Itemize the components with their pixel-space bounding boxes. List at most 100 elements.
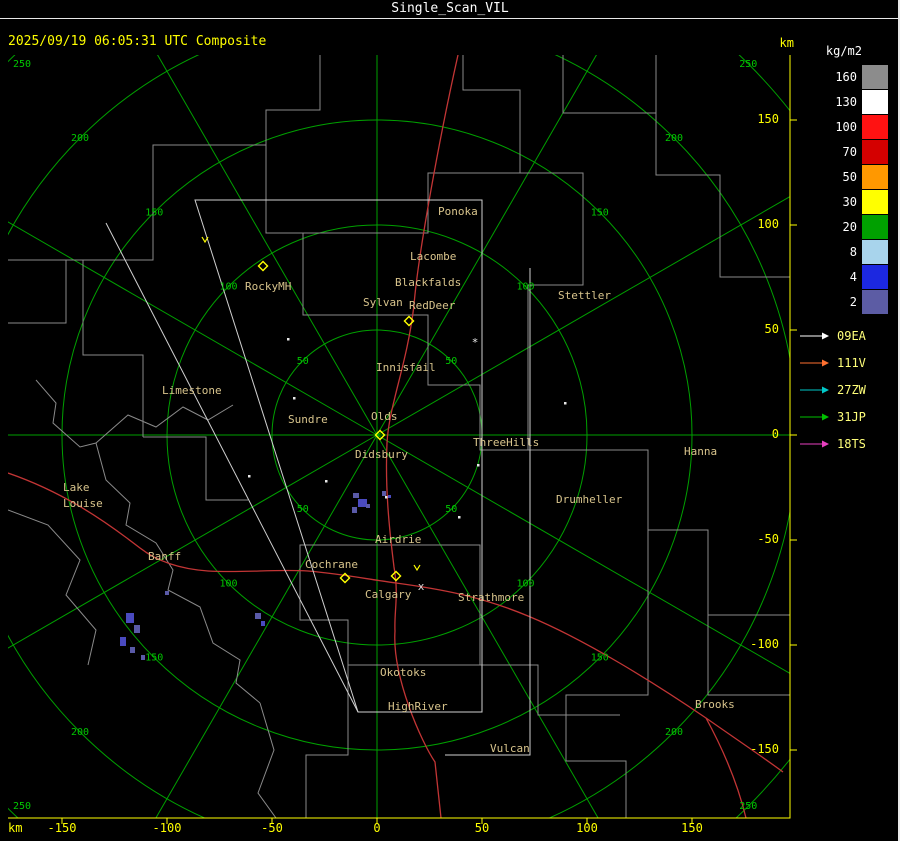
colorbar: 160 130 100 70 50 30 20 8 4 2	[800, 64, 888, 314]
colorbar-value: 160	[835, 69, 857, 84]
range-ring-label: 200	[665, 133, 683, 144]
colorbar-entry: 100	[800, 114, 888, 139]
radar-site-entry: 111V	[800, 349, 888, 376]
caret-marker-icon	[201, 236, 209, 244]
county-boundary	[302, 233, 528, 451]
range-spoke	[376, 434, 790, 675]
city-label: Didsbury	[355, 448, 408, 461]
precip-echo	[358, 499, 367, 507]
precip-echo	[382, 491, 386, 496]
site-id-label: 18TS	[837, 436, 866, 451]
range-ring-label: 250	[739, 801, 757, 812]
colorbar-value: 130	[835, 94, 857, 109]
radar-map-svg: 50 50 50 50 100 100 100 100 150 150 150 150 200 200 20…	[8, 55, 797, 824]
station-dot-icon	[325, 480, 328, 483]
site-arrow-icon	[800, 332, 829, 339]
colorbar-swatch	[862, 264, 888, 289]
x-marker-icon: x	[418, 580, 425, 593]
range-ring-label: 150	[145, 207, 163, 218]
range-ring-label: 100	[219, 578, 237, 589]
precip-echo	[134, 625, 140, 633]
site-arrow-icon	[800, 440, 829, 447]
colorbar-entry: 2	[800, 289, 888, 314]
range-ring-label: 150	[591, 653, 609, 664]
county-boundary	[8, 183, 154, 324]
site-id-label: 31JP	[837, 409, 866, 424]
colorbar-entry: 8	[800, 239, 888, 264]
city-label: Strathmore	[458, 591, 524, 604]
range-spoke	[157, 55, 378, 436]
range-spoke	[8, 434, 378, 649]
radar-site-diamond-icon	[257, 260, 269, 272]
colorbar-entry: 20	[800, 214, 888, 239]
city-label: Okotoks	[380, 666, 426, 679]
x-tick-label: -150	[47, 821, 77, 835]
station-dot-icon	[248, 475, 251, 478]
y-tick-label: -100	[750, 637, 779, 651]
county-boundary	[8, 509, 97, 666]
city-label: Sylvan	[363, 296, 403, 309]
station-dot-icon	[477, 464, 480, 467]
radar-coverage-outline	[445, 268, 531, 756]
range-ring	[8, 55, 790, 818]
radar-site-entry: 27ZW	[800, 376, 888, 403]
colorbar-swatch	[862, 239, 888, 264]
city-label: Cochrane	[305, 558, 358, 571]
precip-echo	[366, 504, 370, 508]
city-label: Lake	[63, 481, 90, 494]
colorbar-swatch	[862, 64, 888, 89]
y-tick-label: 150	[757, 112, 779, 126]
radar-site-entry: 09EA	[800, 322, 888, 349]
city-label: Olds	[371, 410, 398, 423]
precip-echo	[165, 591, 169, 595]
colorbar-value: 2	[849, 294, 857, 309]
city-label: Louise	[63, 497, 103, 510]
site-id-label: 27ZW	[837, 382, 866, 397]
city-label: Limestone	[162, 384, 222, 397]
range-ring-label: 50	[445, 504, 457, 515]
colorbar-swatch	[862, 289, 888, 314]
colorbar-value: 50	[842, 169, 857, 184]
city-label: RedDeer	[409, 299, 456, 312]
map-canvas[interactable]: 50 50 50 50 100 100 100 100 150 150 150 150 200 200 20…	[8, 55, 800, 834]
city-label: Innisfail	[376, 361, 436, 374]
range-spoke	[376, 55, 597, 436]
colorbar-entry: 130	[800, 89, 888, 114]
radar-site-entry: 18TS	[800, 430, 888, 457]
range-ring-label: 200	[71, 133, 89, 144]
colorbar-swatch	[862, 114, 888, 139]
county-boundary	[257, 702, 277, 818]
city-label: Vulcan	[490, 742, 530, 755]
city-label: Airdrie	[375, 533, 421, 546]
colorbar-entry: 70	[800, 139, 888, 164]
city-label: Sundre	[288, 413, 328, 426]
y-tick-label: 0	[771, 427, 779, 441]
y-tick-label: 100	[757, 217, 779, 231]
colorbar-swatch	[862, 89, 888, 114]
city-label: Blackfalds	[395, 276, 461, 289]
city-label: Calgary	[365, 588, 412, 601]
station-dot-icon	[385, 496, 388, 499]
colorbar-entry: 4	[800, 264, 888, 289]
range-ring-label: 200	[71, 727, 89, 738]
x-tick-label: -100	[152, 821, 182, 835]
county-boundary	[462, 55, 521, 173]
site-arrow-icon	[800, 413, 829, 420]
radar-site-legend: 09EA 111V 27ZW 31JP 18TS	[800, 322, 888, 457]
x-tick-label: 50	[474, 821, 490, 835]
county-boundary	[562, 55, 656, 114]
colorbar-swatch	[862, 164, 888, 189]
precip-echo	[126, 613, 134, 623]
precip-echo	[130, 647, 135, 653]
colorbar-value: 70	[842, 144, 857, 159]
window-title: Single_Scan_VIL	[391, 1, 509, 16]
county-boundary	[305, 665, 349, 818]
county-boundary	[8, 259, 144, 437]
city-label: Hanna	[684, 445, 717, 458]
precip-echo	[352, 507, 357, 513]
colorbar-entry: 50	[800, 164, 888, 189]
city-label: Lacombe	[410, 250, 456, 263]
city-label: HighRiver	[388, 700, 448, 713]
city-label: ThreeHills	[473, 436, 539, 449]
precip-echo	[353, 493, 359, 498]
